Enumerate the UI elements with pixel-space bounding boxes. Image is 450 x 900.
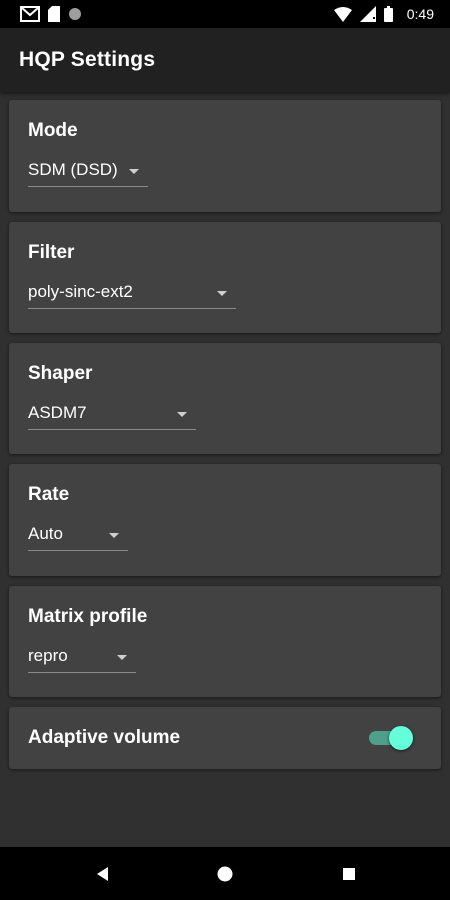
filter-dropdown[interactable]: poly-sinc-ext2 xyxy=(28,278,236,309)
mode-card: Mode SDM (DSD) xyxy=(9,100,441,212)
status-bar-left xyxy=(20,5,82,23)
status-bar-right: 0:49 xyxy=(333,5,434,23)
shaper-label: Shaper xyxy=(28,363,93,384)
rate-dropdown[interactable]: Auto xyxy=(28,520,128,551)
circle-icon xyxy=(68,7,82,21)
chevron-down-icon xyxy=(117,655,127,660)
signal-icon xyxy=(359,6,376,22)
wifi-icon xyxy=(333,6,352,22)
filter-card: Filter poly-sinc-ext2 xyxy=(9,222,441,333)
page-title: HQP Settings xyxy=(19,48,156,71)
mode-dropdown[interactable]: SDM (DSD) xyxy=(28,156,148,187)
app-bar: HQP Settings xyxy=(0,28,450,92)
clock-time: 0:49 xyxy=(406,6,434,22)
settings-list: Mode SDM (DSD) Filter poly-sinc-ext2 Sha… xyxy=(0,92,450,847)
gmail-icon xyxy=(20,6,40,22)
filter-label: Filter xyxy=(28,242,75,263)
chevron-down-icon xyxy=(177,412,187,417)
toggle-thumb xyxy=(389,726,413,750)
shaper-value: ASDM7 xyxy=(28,403,87,422)
mode-label: Mode xyxy=(28,120,78,141)
sd-card-icon xyxy=(48,6,60,22)
recents-icon[interactable] xyxy=(338,863,360,885)
adaptive-volume-toggle[interactable] xyxy=(369,726,413,750)
matrix-profile-value: repro xyxy=(28,646,68,665)
home-icon[interactable] xyxy=(214,863,236,885)
chevron-down-icon xyxy=(217,291,227,296)
rate-value: Auto xyxy=(28,524,63,543)
rate-label: Rate xyxy=(28,484,70,505)
matrix-profile-label: Matrix profile xyxy=(28,606,148,627)
navigation-bar xyxy=(0,847,450,900)
rate-card: Rate Auto xyxy=(9,464,441,576)
adaptive-volume-label: Adaptive volume xyxy=(28,727,181,748)
matrix-profile-dropdown[interactable]: repro xyxy=(28,642,136,673)
chevron-down-icon xyxy=(129,169,139,174)
matrix-profile-card: Matrix profile repro xyxy=(9,586,441,697)
shaper-dropdown[interactable]: ASDM7 xyxy=(28,399,196,430)
mode-value: SDM (DSD) xyxy=(28,160,118,179)
adaptive-volume-card: Adaptive volume xyxy=(9,707,441,769)
filter-value: poly-sinc-ext2 xyxy=(28,282,133,301)
chevron-down-icon xyxy=(109,533,119,538)
shaper-card: Shaper ASDM7 xyxy=(9,343,441,454)
back-icon[interactable] xyxy=(92,863,114,885)
status-bar: 0:49 xyxy=(0,0,450,28)
battery-icon xyxy=(383,6,393,22)
